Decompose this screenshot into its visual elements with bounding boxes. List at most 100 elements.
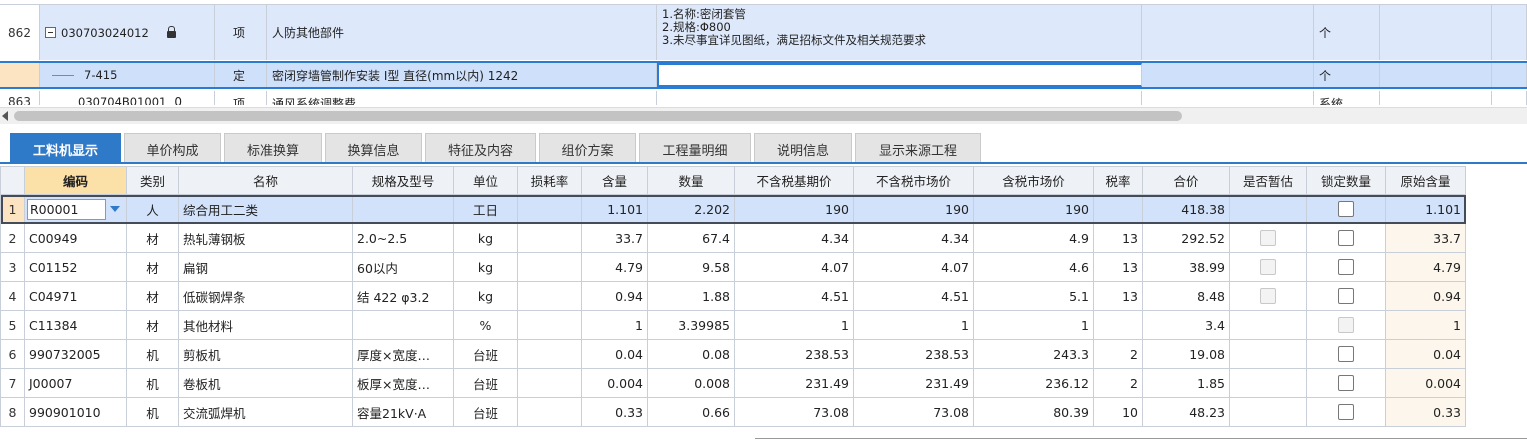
cell-unit[interactable]: %	[453, 310, 518, 340]
tab-features-content[interactable]: 特征及内容	[425, 133, 536, 164]
cell-spec[interactable]: 板厚×宽度…	[352, 368, 454, 398]
cell-code[interactable]: 990901010	[24, 397, 127, 427]
cell-spec[interactable]: 结 422 φ3.2	[352, 281, 454, 311]
cell-base-price[interactable]: 1	[734, 310, 854, 340]
cell-temp-estimate[interactable]	[1229, 368, 1307, 398]
cell-base-price[interactable]: 238.53	[734, 339, 854, 369]
col-header-content[interactable]: 含量	[581, 166, 648, 195]
cell-quantity[interactable]: 0.08	[647, 339, 735, 369]
cell-type[interactable]: 材	[126, 281, 179, 311]
tab-source-project[interactable]: 显示来源工程	[855, 133, 981, 164]
cell-name[interactable]: 热轧薄钢板	[178, 223, 353, 253]
cell-content[interactable]: 0.94	[581, 281, 648, 311]
cell-unit[interactable]: kg	[453, 281, 518, 311]
bill-row-862[interactable]: 862 030703024012 项 人防其他部件 1.名称:密闭套管 2.规格…	[0, 5, 1527, 60]
cell-unit[interactable]: kg	[453, 252, 518, 282]
table-row[interactable]: 3 C01152 材扁钢 60以内 kg 4.79 9.58 4.07 4.07 4.6 13 38.…	[0, 252, 1466, 282]
cell-market-price[interactable]: 4.07	[853, 252, 974, 282]
cell-name[interactable]: 交流弧焊机	[178, 397, 353, 427]
cell-name[interactable]: 剪板机	[178, 339, 353, 369]
tab-unit-price-composition[interactable]: 单价构成	[124, 133, 221, 164]
cell-base-price[interactable]: 73.08	[734, 397, 854, 427]
cell-original-content[interactable]: 0.004	[1385, 368, 1466, 398]
cell-content[interactable]: 1.101	[581, 194, 648, 224]
cell-quantity[interactable]: 67.4	[647, 223, 735, 253]
lock-quantity-checkbox[interactable]	[1338, 404, 1354, 421]
cell-lock-quantity[interactable]	[1306, 397, 1386, 427]
code-dropdown[interactable]: R00001	[27, 198, 124, 220]
cell-quantity[interactable]: 0.66	[647, 397, 735, 427]
cell-temp-estimate[interactable]	[1229, 223, 1307, 253]
cell-market-price[interactable]: 73.08	[853, 397, 974, 427]
col-header-name[interactable]: 名称	[178, 166, 353, 195]
cell-code[interactable]: C01152	[24, 252, 127, 282]
cell-loss-rate[interactable]	[517, 252, 582, 282]
cell-original-content[interactable]: 1	[1385, 310, 1466, 340]
cell-tax-rate[interactable]: 13	[1093, 223, 1143, 253]
lock-quantity-checkbox[interactable]	[1338, 201, 1354, 218]
cell-spec[interactable]: 60以内	[352, 252, 454, 282]
lock-quantity-checkbox[interactable]	[1338, 346, 1354, 363]
cell-code[interactable]: R00001	[24, 194, 127, 224]
cell-lock-quantity[interactable]	[1306, 281, 1386, 311]
cell-unit[interactable]: 台班	[453, 368, 518, 398]
quota-row-7-415[interactable]: 7-415 定 密闭穿墙管制作安装 I型 直径(mm以内) 1242 个	[0, 61, 1527, 89]
cell-loss-rate[interactable]	[517, 281, 582, 311]
cell-tax-rate[interactable]: 2	[1093, 339, 1143, 369]
cell-loss-rate[interactable]	[517, 339, 582, 369]
cell-spec[interactable]	[352, 310, 454, 340]
lock-quantity-checkbox[interactable]	[1338, 230, 1354, 247]
collapse-icon[interactable]	[45, 27, 56, 38]
cell-code[interactable]: C11384	[24, 310, 127, 340]
col-header-spec[interactable]: 规格及型号	[352, 166, 454, 195]
cell-quantity[interactable]: 3.39985	[647, 310, 735, 340]
cell-code[interactable]: 990732005	[24, 339, 127, 369]
cell-spec[interactable]	[352, 194, 454, 224]
cell-total[interactable]: 3.4	[1142, 310, 1230, 340]
cell-total[interactable]: 1.85	[1142, 368, 1230, 398]
col-header-unit[interactable]: 单位	[453, 166, 518, 195]
cell-temp-estimate[interactable]	[1229, 310, 1307, 340]
cell-market-price[interactable]: 238.53	[853, 339, 974, 369]
cell-original-content[interactable]: 4.79	[1385, 252, 1466, 282]
col-header-loss-rate[interactable]: 损耗率	[517, 166, 582, 195]
cell-tax-rate[interactable]: 13	[1093, 252, 1143, 282]
cell-name[interactable]: 扁钢	[178, 252, 353, 282]
tab-standard-conversion[interactable]: 标准换算	[224, 133, 322, 164]
cell-tax-market-price[interactable]: 1	[973, 310, 1094, 340]
cell-market-price[interactable]: 4.51	[853, 281, 974, 311]
cell-name[interactable]: 其他材料	[178, 310, 353, 340]
table-row[interactable]: 8 990901010 机交流弧焊机 容量21kV·A 台班 0.33 0.66 73.08 7…	[0, 397, 1466, 427]
cell-loss-rate[interactable]	[517, 397, 582, 427]
quota-code-cell[interactable]: 7-415	[40, 63, 215, 87]
table-row[interactable]: 2 C00949 材热轧薄钢板 2.0~2.5 kg 33.7 67.4 4.34 4.34 4.…	[0, 223, 1466, 253]
cell-temp-estimate[interactable]	[1229, 397, 1307, 427]
cell-spec[interactable]: 2.0~2.5	[352, 223, 454, 253]
cell-tax-rate[interactable]: 2	[1093, 368, 1143, 398]
cell-total[interactable]: 8.48	[1142, 281, 1230, 311]
cell-total[interactable]: 292.52	[1142, 223, 1230, 253]
cell-loss-rate[interactable]	[517, 194, 582, 224]
cell-tax-market-price[interactable]: 236.12	[973, 368, 1094, 398]
col-header-temp-estimate[interactable]: 是否暂估	[1229, 166, 1307, 195]
cell-lock-quantity[interactable]	[1306, 252, 1386, 282]
cell-loss-rate[interactable]	[517, 368, 582, 398]
bill-row-863[interactable]: 863 030704B01001 0 项 通风系统调整费 系统	[0, 91, 1527, 105]
cell-tax-rate[interactable]	[1093, 310, 1143, 340]
cell-total[interactable]: 38.99	[1142, 252, 1230, 282]
scrollbar-thumb[interactable]	[14, 111, 1182, 121]
cell-lock-quantity[interactable]	[1306, 339, 1386, 369]
cell-type[interactable]: 材	[126, 252, 179, 282]
cell-type[interactable]: 机	[126, 368, 179, 398]
cell-tax-market-price[interactable]: 5.1	[973, 281, 1094, 311]
cell-temp-estimate[interactable]	[1229, 339, 1307, 369]
cell-original-content[interactable]: 0.33	[1385, 397, 1466, 427]
cell-total[interactable]: 418.38	[1142, 194, 1230, 224]
cell-content[interactable]: 1	[581, 310, 648, 340]
cell-total[interactable]: 48.23	[1142, 397, 1230, 427]
code-value[interactable]: R00001	[27, 198, 106, 220]
cell-quantity[interactable]: 1.88	[647, 281, 735, 311]
scroll-left-icon[interactable]	[2, 111, 8, 121]
col-header-code[interactable]: 编码	[24, 166, 127, 195]
cell-unit[interactable]: 台班	[453, 397, 518, 427]
